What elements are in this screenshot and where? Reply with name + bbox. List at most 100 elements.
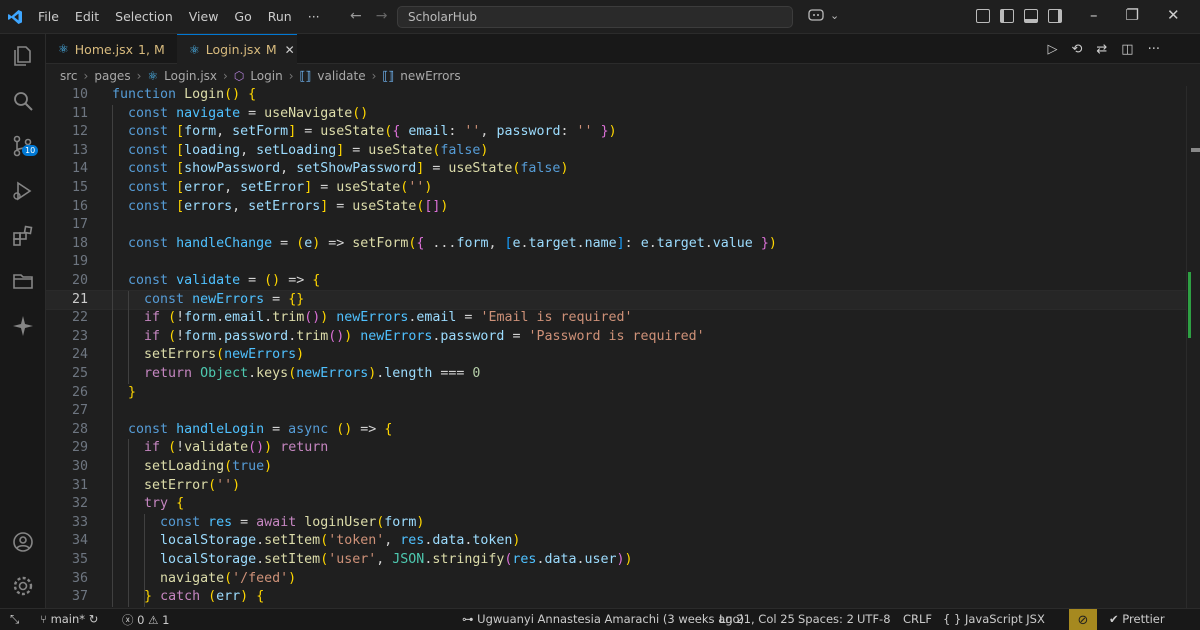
line-number: 27 — [71, 403, 88, 419]
line-number: 11 — [71, 105, 88, 121]
code-line[interactable]: 12 const [form, setForm] = useState({ em… — [46, 123, 1186, 142]
menu-bar: File Edit Selection View Go Run ··· — [30, 9, 328, 24]
code-line[interactable]: 30 setLoading(true) — [46, 458, 1186, 477]
folder-icon[interactable] — [11, 269, 35, 293]
git-blame-status[interactable]: ⊶ Ugwuanyi Annastesia Amarachi (3 weeks … — [462, 612, 744, 626]
prettier-status[interactable]: ✔ Prettier — [1109, 612, 1165, 626]
breadcrumb-item[interactable]: pages — [94, 69, 130, 83]
code-text: function Login() { — [112, 87, 257, 102]
layout-controls — [976, 9, 1062, 23]
git-commit-icon: ⊶ — [462, 612, 474, 626]
copilot-chat-button[interactable]: ⌄ — [808, 8, 839, 22]
code-line[interactable]: 28 const handleLogin = async () => { — [46, 421, 1186, 440]
code-line[interactable]: 26 } — [46, 384, 1186, 403]
line-number: 21 — [71, 291, 88, 307]
code-line[interactable]: 15 const [error, setError] = useState(''… — [46, 179, 1186, 198]
menu-file[interactable]: File — [30, 9, 67, 24]
forward-arrow-icon[interactable]: → — [376, 8, 388, 24]
tab-login-jsx[interactable]: ⚛ Login.jsx M ✕ — [177, 34, 297, 64]
menu-edit[interactable]: Edit — [67, 9, 107, 24]
code-text: const handleLogin = async () => { — [128, 421, 393, 437]
restore-icon[interactable]: ❐ — [1126, 6, 1139, 24]
toggle-panel-icon[interactable] — [1024, 9, 1038, 23]
code-line[interactable]: 14 const [showPassword, setShowPassword]… — [46, 160, 1186, 179]
notifications-bell-slash-icon[interactable]: ⊘ — [1069, 609, 1097, 630]
code-line[interactable]: 11 const navigate = useNavigate() — [46, 105, 1186, 124]
compare-changes-icon[interactable]: ⇄ — [1096, 42, 1107, 57]
code-editor[interactable]: 10 function Login() {11 const navigate = … — [46, 86, 1186, 608]
account-icon[interactable] — [11, 530, 35, 554]
code-line[interactable]: 17 — [46, 216, 1186, 235]
code-line[interactable]: 27 — [46, 402, 1186, 421]
search-icon[interactable] — [11, 89, 35, 113]
code-line[interactable]: 34 localStorage.setItem('token', res.dat… — [46, 532, 1186, 551]
encoding-status[interactable]: UTF-8 — [857, 612, 891, 626]
code-line[interactable]: 36 navigate('/feed') — [46, 570, 1186, 589]
code-line[interactable]: 22 if (!form.email.trim()) newErrors.ema… — [46, 309, 1186, 328]
sparkle-icon[interactable] — [11, 314, 35, 338]
code-line[interactable]: 24 setErrors(newErrors) — [46, 346, 1186, 365]
settings-gear-icon[interactable] — [11, 574, 35, 598]
breadcrumb-item[interactable]: newErrors — [400, 69, 460, 83]
code-line[interactable]: 18 const handleChange = (e) => setForm({… — [46, 235, 1186, 254]
code-text: return Object.keys(newErrors).length ===… — [144, 366, 481, 381]
customize-layout-icon[interactable] — [976, 9, 990, 23]
close-icon[interactable]: ✕ — [285, 43, 295, 57]
symbol-method-icon: ⬡ — [233, 69, 245, 83]
code-text: navigate('/feed') — [160, 570, 297, 586]
menu-more[interactable]: ··· — [300, 9, 328, 24]
code-text: const res = await loginUser(form) — [160, 514, 425, 530]
code-line[interactable]: 21 const newErrors = {} — [46, 289, 1186, 311]
code-line[interactable]: 20 const validate = () => { — [46, 272, 1186, 291]
indentation-status[interactable]: Spaces: 2 — [798, 612, 854, 626]
command-center-search[interactable]: ScholarHub — [397, 6, 793, 28]
timeline-icon[interactable]: ⟲ — [1071, 42, 1082, 57]
code-line[interactable]: 19 — [46, 253, 1186, 272]
back-arrow-icon[interactable]: ← — [350, 8, 362, 24]
warning-icon: ⚠ — [148, 613, 159, 627]
close-window-icon[interactable]: ✕ — [1167, 6, 1180, 24]
chevron-down-icon: ⌄ — [830, 8, 840, 22]
vertical-scrollbar[interactable] — [1186, 86, 1200, 608]
eol-status[interactable]: CRLF — [903, 612, 932, 626]
menu-selection[interactable]: Selection — [107, 9, 181, 24]
run-debug-icon[interactable] — [11, 179, 35, 203]
menu-view[interactable]: View — [181, 9, 227, 24]
more-actions-icon[interactable]: ··· — [1148, 42, 1160, 57]
language-mode[interactable]: { } JavaScript JSX — [943, 612, 1045, 626]
code-line[interactable]: 32 try { — [46, 495, 1186, 514]
breadcrumb-item[interactable]: src — [60, 69, 78, 83]
cursor-position[interactable]: Ln 21, Col 25 — [719, 612, 795, 626]
code-line[interactable]: 33 const res = await loginUser(form) — [46, 514, 1186, 533]
explorer-icon[interactable] — [11, 44, 35, 68]
toggle-secondary-sidebar-icon[interactable] — [1048, 9, 1062, 23]
code-line[interactable]: 35 localStorage.setItem('user', JSON.str… — [46, 551, 1186, 570]
tab-home-jsx[interactable]: ⚛ Home.jsx 1, M — [46, 34, 176, 64]
git-change-marker — [1188, 272, 1191, 338]
remote-icon[interactable]: ⤡ — [10, 612, 19, 627]
menu-go[interactable]: Go — [226, 9, 259, 24]
scroll-position-marker — [1191, 148, 1200, 152]
problems-status[interactable]: ⓧ 0 ⚠ 1 — [122, 612, 169, 628]
code-line[interactable]: 25 return Object.keys(newErrors).length … — [46, 365, 1186, 384]
code-line[interactable]: 29 if (!validate()) return — [46, 439, 1186, 458]
code-text: const [errors, setErrors] = useState([]) — [128, 198, 449, 214]
code-line[interactable]: 13 const [loading, setLoading] = useStat… — [46, 142, 1186, 161]
code-line[interactable]: 16 const [errors, setErrors] = useState(… — [46, 198, 1186, 217]
breadcrumb-item[interactable]: Login — [250, 69, 282, 83]
breadcrumb-item[interactable]: Login.jsx — [164, 69, 217, 83]
branch-status[interactable]: ⑂ main* ↻ — [40, 612, 98, 626]
split-editor-icon[interactable]: ◫ — [1121, 42, 1133, 57]
line-number: 35 — [71, 552, 88, 567]
code-line[interactable]: 10 function Login() { — [46, 86, 1186, 105]
minimize-icon[interactable]: – — [1090, 6, 1098, 24]
line-number: 37 — [71, 589, 88, 605]
run-icon[interactable]: ▷ — [1047, 42, 1057, 57]
breadcrumb-item[interactable]: validate — [317, 69, 365, 83]
extensions-icon[interactable] — [11, 224, 35, 248]
menu-run[interactable]: Run — [260, 9, 300, 24]
toggle-primary-sidebar-icon[interactable] — [1000, 9, 1014, 23]
code-line[interactable]: 37 } catch (err) { — [46, 588, 1186, 607]
code-line[interactable]: 23 if (!form.password.trim()) newErrors.… — [46, 328, 1186, 347]
code-line[interactable]: 31 setError('') — [46, 477, 1186, 496]
